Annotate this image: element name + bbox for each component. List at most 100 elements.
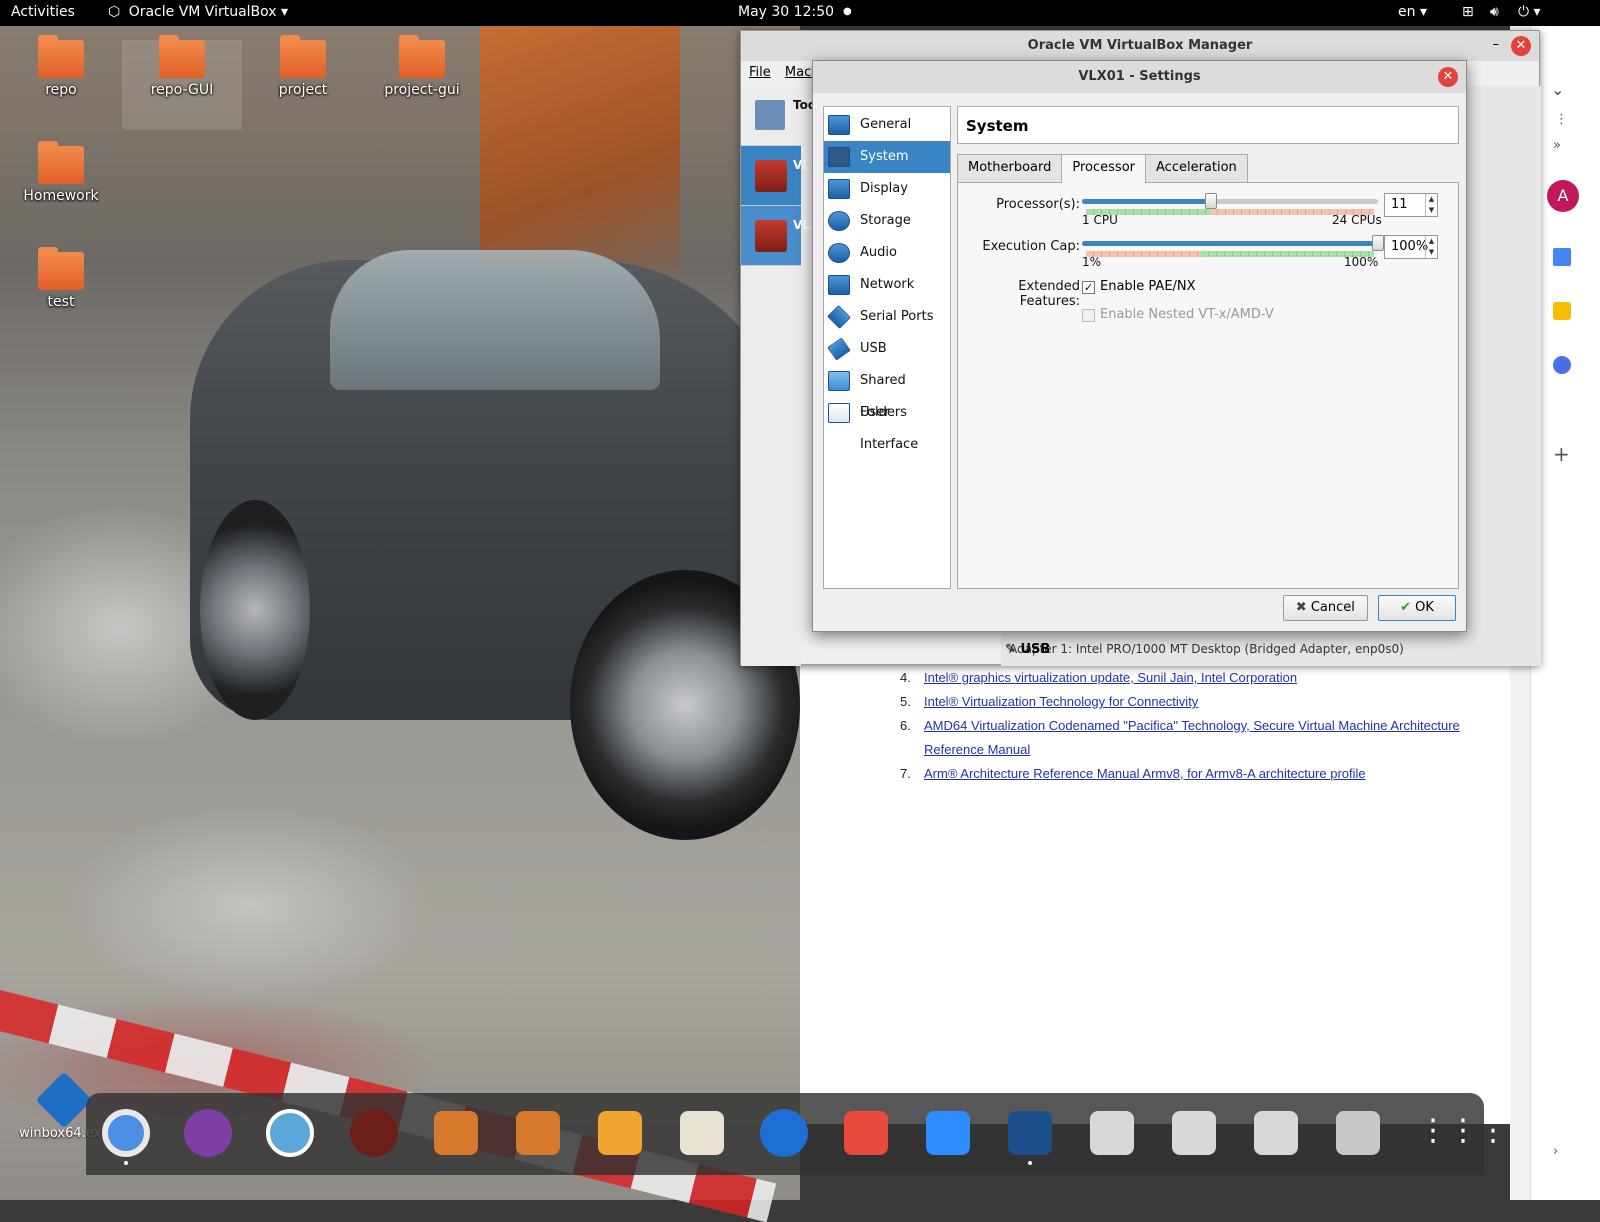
- cancel-button[interactable]: ✖ Cancel: [1282, 595, 1368, 621]
- game-icon: [350, 1109, 398, 1157]
- activities-button[interactable]: Activities: [11, 4, 75, 20]
- dock-app-tor[interactable]: [184, 1109, 232, 1157]
- clock[interactable]: May 30 12:50: [738, 4, 834, 20]
- category-storage[interactable]: Storage: [824, 205, 950, 237]
- double-chevron-right-icon[interactable]: »: [1553, 138, 1561, 153]
- tasks-icon[interactable]: [1553, 356, 1571, 374]
- avatar[interactable]: A: [1547, 180, 1579, 212]
- tools-entry[interactable]: Too: [741, 86, 816, 146]
- vm-entry[interactable]: VLX: [741, 206, 819, 266]
- close-button[interactable]: ✕: [1511, 36, 1531, 56]
- category-serial-ports[interactable]: Serial Ports: [824, 301, 950, 333]
- reference-link[interactable]: Arm® Architecture Reference Manual Armv8…: [924, 766, 1366, 781]
- category-shared-folders[interactable]: Shared Folders: [824, 365, 950, 420]
- drive-icon: [1254, 1111, 1298, 1155]
- tab-acceleration[interactable]: Acceleration: [1145, 154, 1248, 182]
- app-menu[interactable]: ⬡ Oracle VM VirtualBox ▾: [108, 4, 288, 20]
- tools-icon: [755, 100, 785, 130]
- category-display[interactable]: Display: [824, 173, 950, 205]
- details-section-usb[interactable]: ✎ USB: [1005, 642, 1050, 657]
- vm-entry[interactable]: VLX: [741, 146, 819, 206]
- dialog-title: VLX01 - Settings: [1078, 69, 1201, 84]
- keep-icon[interactable]: [1553, 302, 1571, 320]
- power-icon[interactable]: ⏻ ▾: [1518, 4, 1541, 20]
- dock-app-sublime[interactable]: [596, 1109, 644, 1157]
- reference-link[interactable]: Intel® Virtualization Technology for Con…: [924, 694, 1198, 709]
- dock-app-game[interactable]: [350, 1109, 398, 1157]
- dock-app-virtualbox[interactable]: [1006, 1109, 1054, 1165]
- spin-arrows-icon[interactable]: ▲ ▼: [1425, 194, 1437, 216]
- show-apps-button[interactable]: ⋮⋮⋮: [1418, 1109, 1508, 1157]
- teamviewer-icon: [760, 1109, 808, 1157]
- exec-cap-slider[interactable]: [1082, 235, 1384, 259]
- dock-app-drive[interactable]: [1088, 1109, 1136, 1157]
- desktop-icon-label: project: [278, 82, 328, 98]
- dock-app-rhythmbox[interactable]: [678, 1109, 726, 1157]
- category-system[interactable]: System: [824, 141, 950, 173]
- pae-checkbox[interactable]: ✓: [1082, 281, 1095, 294]
- desktop-icon-label: test: [47, 294, 75, 310]
- desktop-folder-repo[interactable]: repo: [1, 35, 121, 98]
- notification-dot-icon: ●: [843, 6, 852, 17]
- desktop-folder-repo-gui[interactable]: repo-GUI: [122, 35, 242, 130]
- menu-file[interactable]: File: [749, 65, 771, 80]
- category-audio[interactable]: Audio: [824, 237, 950, 269]
- ok-button[interactable]: ✔ OK: [1378, 595, 1456, 621]
- chevron-right-icon[interactable]: ›: [1553, 1144, 1558, 1159]
- running-indicator: [1028, 1161, 1032, 1165]
- dock-app-drive[interactable]: [1252, 1109, 1300, 1157]
- category-general[interactable]: General: [824, 109, 950, 141]
- processor-spinbox[interactable]: 11 ▲ ▼: [1384, 193, 1438, 217]
- dock-app-teamviewer[interactable]: [760, 1109, 808, 1157]
- desktop-folder-project-gui[interactable]: project-gui: [362, 35, 482, 98]
- exec-cap-spinbox[interactable]: 100% ▲ ▼: [1384, 235, 1438, 259]
- dock-app-game[interactable]: [514, 1109, 562, 1157]
- tab-motherboard[interactable]: Motherboard: [957, 154, 1063, 182]
- desktop-icon-label: repo: [45, 82, 77, 98]
- more-vert-icon[interactable]: ⋮: [1555, 112, 1568, 127]
- remmina-icon: [266, 1109, 314, 1157]
- category-network[interactable]: Network: [824, 269, 950, 301]
- folder-icon: [38, 35, 84, 78]
- desktop-folder-homework[interactable]: Homework: [1, 141, 121, 204]
- slider-handle[interactable]: [1372, 235, 1384, 251]
- category-usb[interactable]: USB: [824, 333, 950, 365]
- drive-icon: [1090, 1111, 1134, 1155]
- reference-link[interactable]: Intel® graphics virtualization update, S…: [924, 670, 1297, 685]
- dropdown-icon[interactable]: ⌄: [1551, 80, 1564, 99]
- list-item: 7. Arm® Architecture Reference Manual Arm…: [880, 762, 1480, 786]
- dock-app-zoom[interactable]: [924, 1109, 972, 1157]
- dock-app-remmina[interactable]: [266, 1109, 314, 1157]
- close-button[interactable]: ✕: [1438, 67, 1458, 87]
- tab-bar: Motherboard Processor Acceleration: [957, 154, 1248, 183]
- desktop-icon-label: project-gui: [384, 82, 460, 98]
- minimize-button[interactable]: –: [1493, 37, 1500, 52]
- dock-app-game[interactable]: [432, 1109, 480, 1157]
- desktop-folder-project[interactable]: project: [243, 35, 363, 98]
- tab-processor[interactable]: Processor: [1061, 154, 1147, 183]
- dock-app-trash[interactable]: [1334, 1109, 1382, 1157]
- category-user-interface[interactable]: User Interface: [824, 397, 950, 452]
- dock-app-drive[interactable]: [1170, 1109, 1218, 1157]
- dialog-buttons: ✖ Cancel ✔ OK: [1277, 595, 1456, 621]
- dock-app-anydesk[interactable]: [842, 1109, 890, 1157]
- cancel-icon: ✖: [1295, 600, 1307, 615]
- processor-max-label: 24 CPUs: [1332, 213, 1382, 227]
- category-label: Display: [860, 181, 908, 196]
- add-icon[interactable]: +: [1553, 442, 1570, 466]
- dock-app-chrome[interactable]: [102, 1109, 150, 1165]
- desktop-folder-test[interactable]: test: [1, 247, 121, 310]
- calendar-icon[interactable]: [1553, 248, 1571, 266]
- network-icon[interactable]: ⊞: [1462, 4, 1474, 20]
- volume-icon[interactable]: 🔊︎: [1490, 4, 1499, 20]
- slider-zones: [1086, 251, 1374, 257]
- ok-label: OK: [1415, 600, 1434, 615]
- pae-label[interactable]: Enable PAE/NX: [1100, 279, 1196, 294]
- wallpaper-car-window: [330, 250, 660, 390]
- slider-handle[interactable]: [1204, 193, 1217, 209]
- shared-folders-icon: [828, 371, 850, 391]
- language-indicator[interactable]: en ▾: [1398, 4, 1427, 20]
- reference-link[interactable]: AMD64 Virtualization Codenamed "Pacifica…: [924, 718, 1460, 757]
- usb-icon: [827, 337, 851, 361]
- spin-arrows-icon[interactable]: ▲ ▼: [1425, 236, 1437, 258]
